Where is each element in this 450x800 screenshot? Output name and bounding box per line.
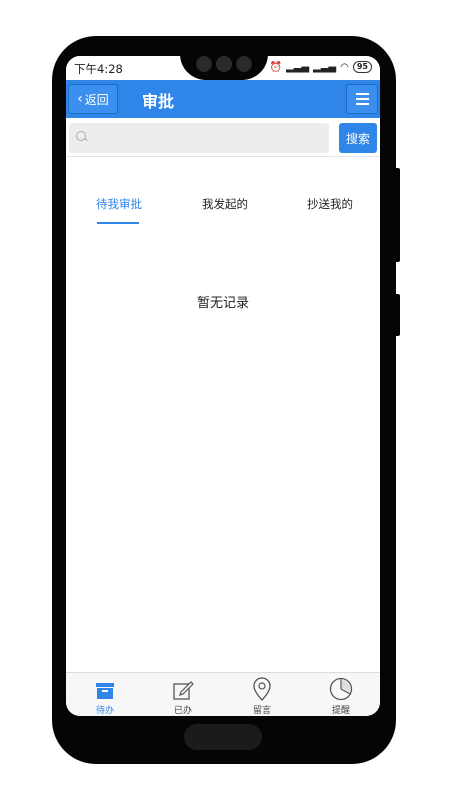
signal-icon-2: ▂▃▄ xyxy=(313,61,337,73)
bottom-nav: 待办 已办 留言 提醒 xyxy=(66,672,380,716)
camera-icon xyxy=(196,56,212,72)
inbox-icon xyxy=(75,676,135,701)
chevron-left-icon: ‹ xyxy=(77,91,83,107)
search-row: 搜索 xyxy=(66,118,380,157)
status-time: 下午4:28 xyxy=(74,62,123,76)
nav-label: 待办 xyxy=(95,706,114,716)
nav-item-reminders[interactable]: 提醒 xyxy=(311,676,371,716)
menu-icon-line xyxy=(355,98,369,100)
menu-icon-line xyxy=(355,93,369,95)
edit-icon xyxy=(153,676,213,701)
wifi-icon: ◠ xyxy=(340,61,349,73)
battery-icon: 95 xyxy=(352,61,372,73)
camera-icon xyxy=(236,56,252,72)
phone-screen: 下午4:28 ⏰ ▂▃▄ ▂▃▄ ◠ 95 ‹ 返回 审批 搜索 待我审批 我发… xyxy=(66,56,380,716)
home-button[interactable] xyxy=(184,724,262,750)
active-tab-indicator xyxy=(97,222,139,224)
nav-label: 已办 xyxy=(173,706,192,716)
top-bar: ‹ 返回 审批 xyxy=(66,80,380,118)
menu-button[interactable] xyxy=(346,84,378,114)
tab-initiated-by-me[interactable]: 我发起的 xyxy=(202,196,248,212)
approval-tabs: 待我审批 我发起的 抄送我的 xyxy=(66,192,380,228)
nav-label: 留言 xyxy=(252,706,271,716)
tab-cc-to-me[interactable]: 抄送我的 xyxy=(307,196,353,212)
search-button[interactable]: 搜索 xyxy=(339,123,377,153)
volume-button xyxy=(394,168,400,262)
pie-chart-icon xyxy=(311,676,371,701)
alarm-icon: ⏰ xyxy=(269,61,282,73)
nav-item-todo[interactable]: 待办 xyxy=(75,676,135,716)
nav-item-messages[interactable]: 留言 xyxy=(232,676,292,716)
back-button[interactable]: ‹ 返回 xyxy=(68,84,118,114)
nav-label: 提醒 xyxy=(331,706,350,716)
location-pin-icon xyxy=(232,676,292,701)
page-title: 审批 xyxy=(142,92,175,111)
back-label: 返回 xyxy=(84,92,109,107)
tab-pending-my-approval[interactable]: 待我审批 xyxy=(96,196,142,212)
search-input[interactable] xyxy=(69,123,329,153)
search-icon xyxy=(76,131,86,141)
signal-icon: ▂▃▄ xyxy=(285,61,310,73)
camera-icon xyxy=(216,56,232,72)
status-icons: ⏰ ▂▃▄ ▂▃▄ ◠ 95 xyxy=(270,61,372,73)
nav-item-done[interactable]: 已办 xyxy=(153,676,213,716)
camera-notch xyxy=(180,50,268,80)
menu-icon-line xyxy=(355,103,369,105)
empty-message: 暂无记录 xyxy=(196,296,249,311)
power-button xyxy=(394,294,400,336)
